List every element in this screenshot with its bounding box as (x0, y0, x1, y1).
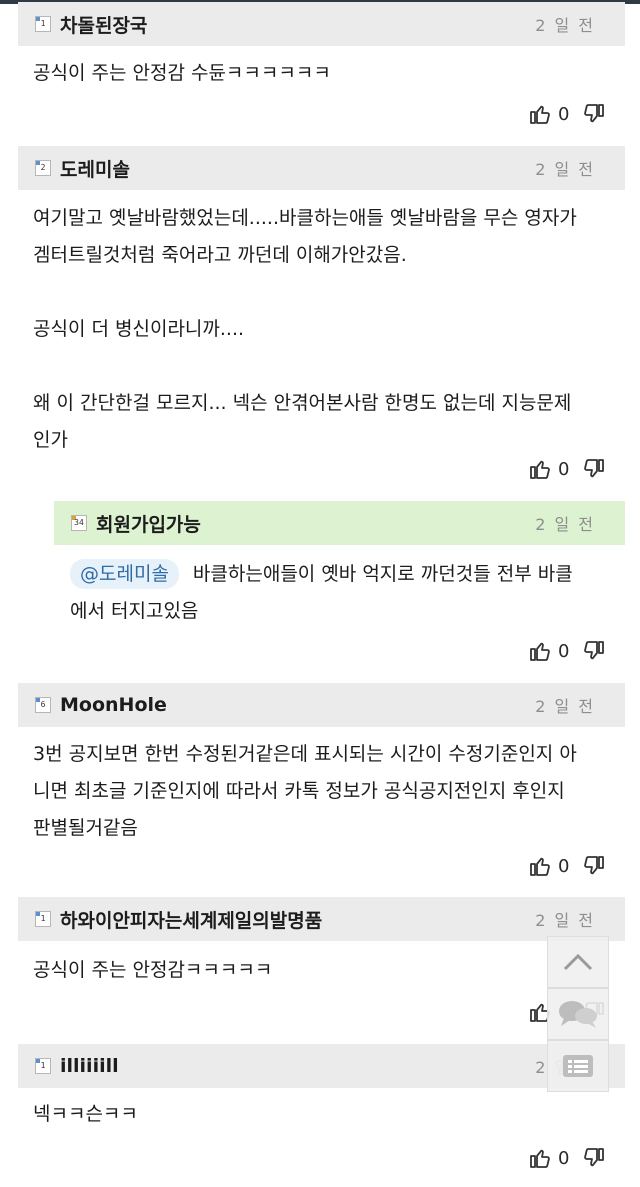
comments-button[interactable] (547, 988, 609, 1040)
nickname[interactable]: MoonHole (60, 694, 535, 716)
vote-bar: 0 (528, 636, 606, 666)
like-count: 0 (558, 103, 570, 125)
like-count: 0 (558, 640, 570, 662)
comment-header: 6 MoonHole 2 일 전 (18, 683, 625, 727)
comment-body: @도레미솔 바클하는애들이 옛바 억지로 까던것들 전부 바클 에서 터지고있음 (70, 556, 610, 630)
thumbs-down-icon[interactable] (582, 854, 606, 878)
comment-header: 1 illiiiill 2 일 전 (18, 1044, 625, 1088)
thumbs-up-icon[interactable] (528, 854, 552, 878)
thumbs-down-icon[interactable] (582, 1146, 606, 1170)
like-count: 0 (558, 458, 570, 480)
level-icon: 1 (35, 1058, 51, 1074)
comment-body: 여기말고 옛날바람했었는데.....바클하는애들 옛날바람을 무슨 영자가 겜터… (33, 207, 577, 451)
thumbs-down-icon[interactable] (582, 457, 606, 481)
comment-header: 1 하와이안피자는세계제일의발명품 2 일 전 (18, 897, 625, 941)
thumbs-down-icon[interactable] (582, 639, 606, 663)
vote-bar: 0 (528, 454, 606, 484)
vote-bar: 0 (528, 851, 606, 881)
comment-body: 넥ㅋㅋ슨ㅋㅋ (33, 1103, 138, 1125)
comment-header: 34 회원가입가능 2 일 전 (54, 501, 625, 545)
like-count: 0 (558, 1147, 570, 1169)
comment-body: 공식이 주는 안정감 수듄ㅋㅋㅋㅋㅋㅋ (33, 62, 331, 84)
comment-body: 3번 공지보면 한번 수정된거같은데 표시되는 시간이 수정기준인지 아 니면 … (33, 743, 577, 839)
chat-bubbles-icon (559, 1001, 597, 1028)
level-icon: 1 (35, 911, 51, 927)
nickname[interactable]: 차돌된장국 (60, 11, 535, 38)
nickname[interactable]: illiiiill (60, 1055, 535, 1077)
timestamp: 2 일 전 (535, 16, 595, 35)
nickname[interactable]: 회원가입가능 (96, 510, 535, 537)
timestamp: 2 일 전 (535, 160, 595, 179)
nickname[interactable]: 하와이안피자는세계제일의발명품 (60, 906, 535, 933)
thumbs-up-icon[interactable] (528, 457, 552, 481)
like-count: 0 (558, 855, 570, 877)
thumbs-up-icon[interactable] (528, 102, 552, 126)
thumbs-down-icon[interactable] (582, 102, 606, 126)
level-icon: 1 (35, 16, 51, 32)
list-button[interactable] (547, 1040, 609, 1092)
list-icon (563, 1055, 593, 1077)
scroll-top-button[interactable] (547, 936, 609, 988)
comment-body: 공식이 주는 안정감ㅋㅋㅋㅋㅋ (33, 959, 273, 981)
thumbs-up-icon[interactable] (528, 639, 552, 663)
chevron-up-icon (563, 953, 593, 971)
level-icon: 2 (35, 160, 51, 176)
mention-tag[interactable]: @도레미솔 (70, 559, 179, 589)
level-icon: 34 (71, 515, 87, 531)
nickname[interactable]: 도레미솔 (60, 155, 535, 182)
thumbs-up-icon[interactable] (528, 1146, 552, 1170)
timestamp: 2 일 전 (535, 911, 595, 930)
timestamp: 2 일 전 (535, 515, 595, 534)
timestamp: 2 일 전 (535, 697, 595, 716)
comment-header: 2 도레미솔 2 일 전 (18, 146, 625, 190)
comment-header: 1 차돌된장국 2 일 전 (18, 2, 625, 46)
vote-bar: 0 (528, 1143, 606, 1173)
vote-bar: 0 (528, 99, 606, 129)
level-icon: 6 (35, 697, 51, 713)
